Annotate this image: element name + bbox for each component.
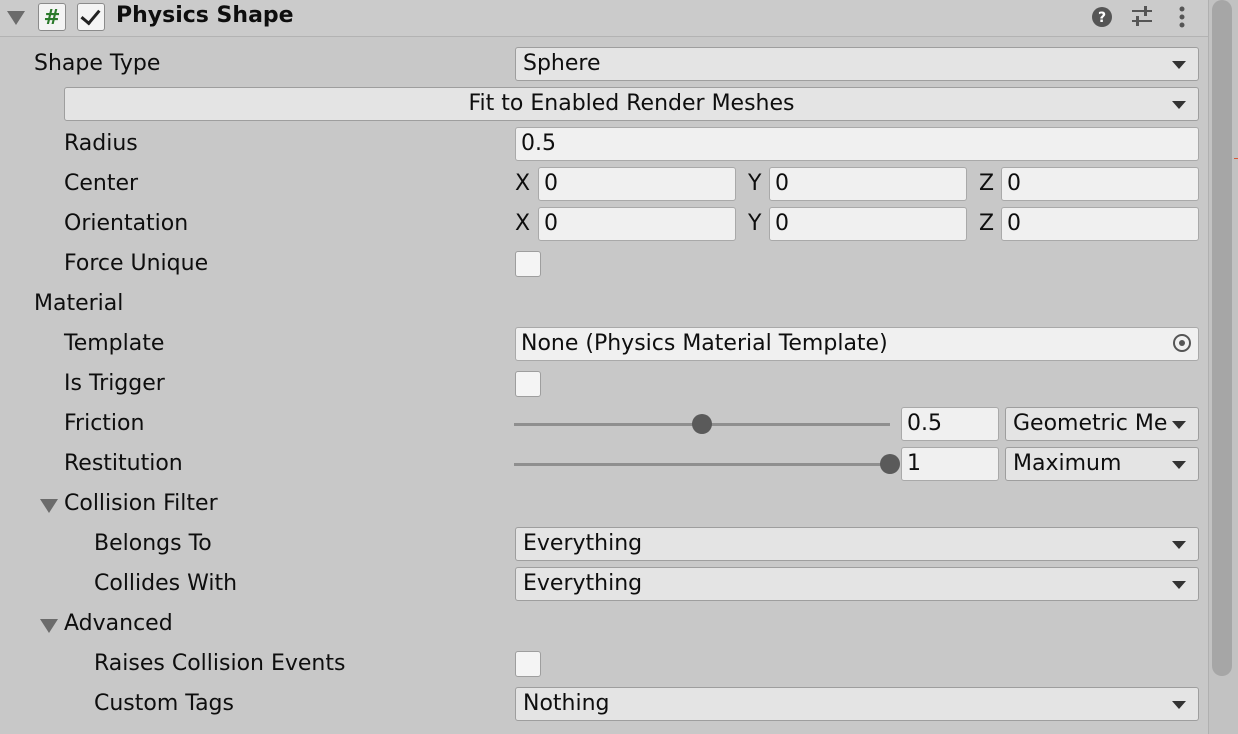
orientation-y-field[interactable]: 0	[769, 207, 967, 241]
edge-marker	[1234, 158, 1238, 159]
restitution-label: Restitution	[64, 451, 183, 476]
custom-tags-dropdown[interactable]: Nothing	[515, 687, 1199, 721]
belongs-to-label: Belongs To	[94, 531, 212, 556]
shape-type-value: Sphere	[523, 51, 601, 76]
material-section-label: Material	[34, 291, 124, 316]
restitution-value-field[interactable]: 1	[901, 447, 999, 481]
advanced-foldout-icon[interactable]	[40, 619, 58, 633]
center-z-label: Z	[979, 171, 995, 196]
dropdown-arrow-icon	[1172, 701, 1186, 709]
restitution-combine-value: Maximum	[1013, 451, 1122, 476]
object-picker-icon[interactable]	[1173, 334, 1191, 352]
collides-with-label: Collides With	[94, 571, 238, 596]
restitution-slider-track[interactable]	[514, 463, 890, 466]
friction-combine-dropdown[interactable]: Geometric Me	[1005, 407, 1199, 441]
force-unique-label: Force Unique	[64, 251, 209, 276]
inspector-panel: # Physics Shape ? Shape Type Sphere Fit …	[0, 0, 1208, 734]
radius-label: Radius	[64, 131, 138, 156]
more-icon[interactable]	[1170, 5, 1194, 29]
component-title: Physics Shape	[116, 3, 294, 28]
fit-to-render-meshes-button[interactable]: Fit to Enabled Render Meshes	[64, 87, 1199, 121]
dropdown-arrow-icon	[1172, 541, 1186, 549]
collision-filter-foldout-icon[interactable]	[40, 499, 58, 513]
component-header[interactable]: # Physics Shape ?	[0, 0, 1208, 37]
center-z-field[interactable]: 0	[1001, 167, 1199, 201]
orientation-x-field[interactable]: 0	[538, 207, 736, 241]
belongs-to-dropdown[interactable]: Everything	[515, 527, 1199, 561]
fit-button-label: Fit to Enabled Render Meshes	[468, 91, 795, 116]
friction-value-field[interactable]: 0.5	[901, 407, 999, 441]
center-x-field[interactable]: 0	[538, 167, 736, 201]
scrollbar-thumb[interactable]	[1212, 0, 1232, 676]
restitution-slider-knob[interactable]	[880, 454, 900, 474]
collides-with-dropdown[interactable]: Everything	[515, 567, 1199, 601]
checkmark-icon	[80, 4, 101, 26]
dropdown-arrow-icon	[1172, 421, 1186, 429]
orientation-label: Orientation	[64, 211, 189, 236]
svg-text:?: ?	[1098, 10, 1106, 26]
friction-slider-knob[interactable]	[692, 414, 712, 434]
center-x-label: X	[515, 171, 531, 196]
script-icon: #	[38, 3, 66, 31]
custom-tags-label: Custom Tags	[94, 691, 234, 716]
collides-with-value: Everything	[523, 571, 643, 596]
shape-type-dropdown[interactable]: Sphere	[515, 47, 1199, 81]
template-value: None (Physics Material Template)	[521, 331, 888, 356]
friction-combine-value: Geometric Me	[1013, 411, 1168, 436]
advanced-label[interactable]: Advanced	[64, 610, 173, 638]
template-object-field[interactable]: None (Physics Material Template)	[515, 327, 1199, 361]
collapse-triangle-icon[interactable]	[7, 11, 25, 25]
center-y-label: Y	[748, 171, 762, 196]
template-label: Template	[64, 331, 165, 356]
dropdown-arrow-icon	[1172, 61, 1186, 69]
is-trigger-checkbox[interactable]	[515, 371, 541, 397]
shape-type-label: Shape Type	[34, 51, 161, 76]
collision-filter-label[interactable]: Collision Filter	[64, 490, 218, 518]
restitution-combine-dropdown[interactable]: Maximum	[1005, 447, 1199, 481]
center-y-field[interactable]: 0	[769, 167, 967, 201]
orientation-z-label: Z	[979, 211, 995, 236]
center-label: Center	[64, 171, 139, 196]
is-trigger-label: Is Trigger	[64, 371, 165, 396]
raises-collision-events-label: Raises Collision Events	[94, 651, 346, 676]
dropdown-arrow-icon	[1172, 101, 1186, 109]
orientation-x-label: X	[515, 211, 531, 236]
help-icon[interactable]: ?	[1090, 5, 1114, 29]
belongs-to-value: Everything	[523, 531, 643, 556]
dropdown-arrow-icon	[1172, 461, 1186, 469]
raises-collision-events-checkbox[interactable]	[515, 651, 541, 677]
component-enabled-checkbox[interactable]	[77, 3, 105, 31]
presets-icon[interactable]	[1130, 5, 1154, 29]
force-unique-checkbox[interactable]	[515, 251, 541, 277]
radius-field[interactable]: 0.5	[515, 127, 1199, 161]
custom-tags-value: Nothing	[523, 691, 610, 716]
dropdown-arrow-icon	[1172, 581, 1186, 589]
friction-label: Friction	[64, 411, 145, 436]
orientation-z-field[interactable]: 0	[1001, 207, 1199, 241]
orientation-y-label: Y	[748, 211, 762, 236]
